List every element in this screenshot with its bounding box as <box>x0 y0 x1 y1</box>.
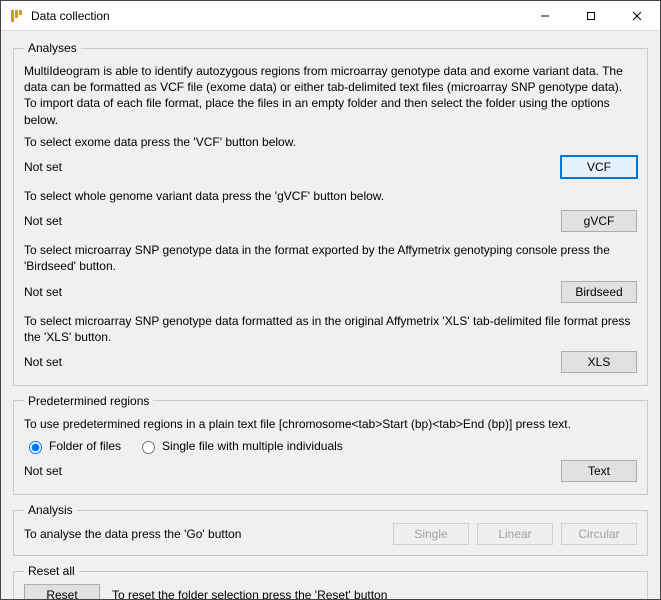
radio-single[interactable] <box>142 441 155 454</box>
app-icon <box>9 8 25 24</box>
predetermined-intro: To use predetermined regions in a plain … <box>24 416 637 432</box>
xls-prompt: To select microarray SNP genotype data f… <box>24 313 637 345</box>
vcf-button[interactable]: VCF <box>561 156 637 178</box>
predetermined-status: Not set <box>24 464 553 478</box>
analyses-intro: MultiIdeogram is able to identify autozy… <box>24 63 637 128</box>
predetermined-legend: Predetermined regions <box>24 394 153 408</box>
reset-button[interactable]: Reset <box>24 584 100 599</box>
radio-folder-text: Folder of files <box>49 439 121 453</box>
radio-single-label[interactable]: Single file with multiple individuals <box>137 438 343 454</box>
xls-button[interactable]: XLS <box>561 351 637 373</box>
titlebar: Data collection <box>1 1 660 31</box>
birdseed-status: Not set <box>24 285 553 299</box>
single-button[interactable]: Single <box>393 523 469 545</box>
analyses-legend: Analyses <box>24 41 81 55</box>
text-button[interactable]: Text <box>561 460 637 482</box>
reset-group: Reset all Reset To reset the folder sele… <box>13 564 648 599</box>
close-button[interactable] <box>614 1 660 31</box>
analysis-group: Analysis To analyse the data press the '… <box>13 503 648 556</box>
gvcf-button[interactable]: gVCF <box>561 210 637 232</box>
maximize-button[interactable] <box>568 1 614 31</box>
birdseed-prompt: To select microarray SNP genotype data i… <box>24 242 637 274</box>
reset-caption: To reset the folder selection press the … <box>112 588 387 599</box>
analysis-prompt: To analyse the data press the 'Go' butto… <box>24 527 385 541</box>
predetermined-group: Predetermined regions To use predetermin… <box>13 394 648 495</box>
vcf-status: Not set <box>24 160 553 174</box>
gvcf-prompt: To select whole genome variant data pres… <box>24 188 637 204</box>
radio-folder-label[interactable]: Folder of files <box>24 438 121 454</box>
minimize-button[interactable] <box>522 1 568 31</box>
linear-button[interactable]: Linear <box>477 523 553 545</box>
circular-button[interactable]: Circular <box>561 523 637 545</box>
reset-legend: Reset all <box>24 564 79 578</box>
radio-folder[interactable] <box>29 441 42 454</box>
analyses-group: Analyses MultiIdeogram is able to identi… <box>13 41 648 386</box>
radio-single-text: Single file with multiple individuals <box>162 439 343 453</box>
analysis-legend: Analysis <box>24 503 77 517</box>
client-area: Analyses MultiIdeogram is able to identi… <box>1 31 660 599</box>
window-title: Data collection <box>31 9 110 23</box>
gvcf-status: Not set <box>24 214 553 228</box>
vcf-prompt: To select exome data press the 'VCF' but… <box>24 134 637 150</box>
birdseed-button[interactable]: Birdseed <box>561 281 637 303</box>
app-window: Data collection Analyses MultiIdeogram i… <box>0 0 661 600</box>
xls-status: Not set <box>24 355 553 369</box>
